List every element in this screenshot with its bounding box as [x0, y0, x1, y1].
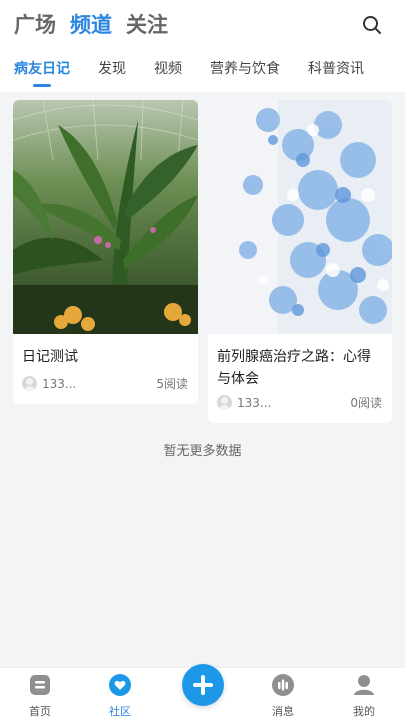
post-read-count: 0阅读: [350, 396, 382, 410]
post-author: 133...: [237, 395, 272, 410]
post-card[interactable]: 前列腺癌治疗之路：心得与体会 133... 0阅读: [208, 100, 392, 423]
tab-channel[interactable]: 频道: [70, 10, 112, 40]
community-icon: [109, 674, 131, 696]
blue-flowers-photo: [208, 100, 392, 334]
channel-tab-science[interactable]: 科普资讯: [308, 58, 364, 80]
post-meta: 133... 0阅读: [217, 394, 382, 411]
post-title: 前列腺癌治疗之路：心得与体会: [217, 349, 371, 387]
tab-follow[interactable]: 关注: [126, 10, 168, 40]
channel-tab-nutrition[interactable]: 营养与饮食: [210, 58, 280, 80]
post-card[interactable]: 日记测试 133... 5阅读: [13, 100, 198, 404]
post-author: 133...: [42, 376, 77, 391]
home-icon: [30, 675, 50, 695]
create-post-button[interactable]: [182, 664, 224, 706]
tab-square[interactable]: 广场: [14, 10, 56, 40]
tab-message[interactable]: 消息: [253, 668, 313, 720]
search-icon[interactable]: [361, 14, 383, 36]
feed-end-text: 暂无更多数据: [163, 444, 242, 459]
post-meta: 133... 5阅读: [22, 375, 188, 392]
tab-message-label: 消息: [272, 705, 294, 718]
avatar: [217, 395, 232, 410]
channel-tabs: 病友日记 发现 视频 营养与饮食 科普资讯: [14, 58, 392, 80]
tropical-garden-photo: [13, 100, 198, 334]
tab-community[interactable]: 社区: [90, 668, 150, 720]
tab-profile[interactable]: 我的: [334, 668, 394, 720]
tab-profile-label: 我的: [353, 705, 375, 718]
tab-community-label: 社区: [109, 705, 131, 718]
post-read-count: 5阅读: [156, 377, 188, 391]
profile-icon: [354, 675, 374, 695]
tab-home-label: 首页: [29, 705, 51, 718]
post-title: 日记测试: [22, 349, 78, 365]
channel-tab-video[interactable]: 视频: [154, 58, 182, 80]
top-bar: 广场 频道 关注 病友日记 发现 视频 营养与饮食 科普资讯: [0, 0, 405, 92]
tab-home[interactable]: 首页: [10, 668, 70, 720]
avatar: [22, 376, 37, 391]
channel-tab-diary[interactable]: 病友日记: [14, 58, 70, 80]
main-tabs: 广场 频道 关注: [14, 10, 168, 40]
message-icon: [272, 674, 294, 696]
channel-tab-discover[interactable]: 发现: [98, 58, 126, 80]
post-image: [208, 100, 392, 334]
post-image: [13, 100, 198, 334]
